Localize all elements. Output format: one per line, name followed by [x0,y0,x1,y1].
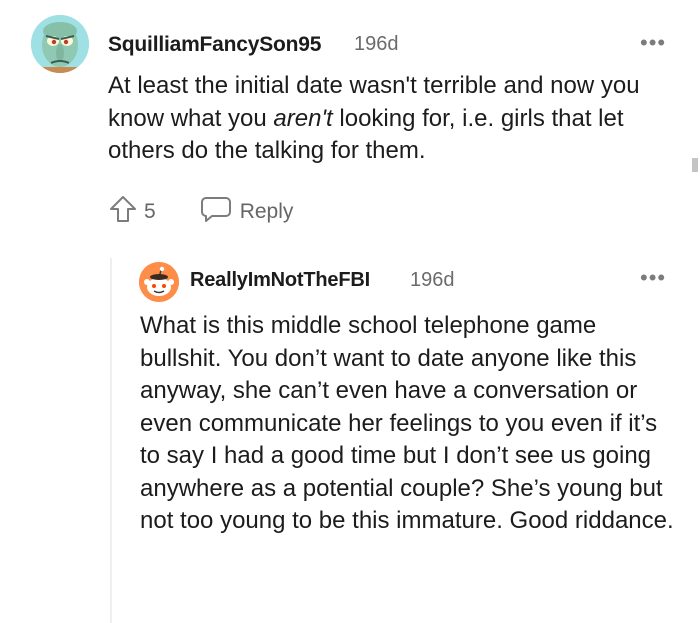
reply-icon[interactable] [200,195,232,229]
upvote-icon[interactable] [108,194,138,230]
reply-more-options-icon[interactable]: ••• [640,267,666,289]
comment-age: 196d [354,33,399,55]
reply-button[interactable]: Reply [240,200,294,224]
scrollbar-thumb[interactable] [692,158,698,172]
comment-actions: 5 Reply [108,194,293,230]
snoo-avatar-icon[interactable] [139,262,179,302]
comment-body-emphasis: aren't [273,104,333,132]
comment-body: At least the initial date wasn't terribl… [108,70,668,168]
comment-thread: SquilliamFancySon95 196d ••• At least th… [0,0,700,623]
squidward-avatar-icon[interactable] [31,15,89,73]
reply-author[interactable]: ReallyImNotTheFBI [190,269,370,292]
comment-author[interactable]: SquilliamFancySon95 [108,33,321,57]
more-options-icon[interactable]: ••• [640,32,666,54]
reply-body: What is this middle school telephone gam… [140,312,674,534]
reply-age: 196d [410,269,455,291]
vote-count: 5 [144,200,156,223]
thread-line[interactable] [110,258,112,623]
